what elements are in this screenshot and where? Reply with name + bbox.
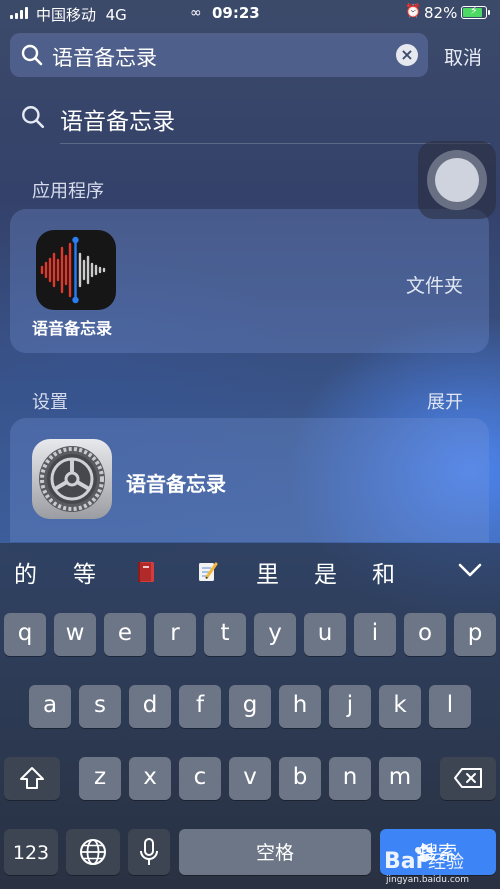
key-x[interactable]: x — [129, 757, 171, 800]
svg-text:jingyan.baidu.com: jingyan.baidu.com — [385, 875, 469, 885]
key-j[interactable]: j — [329, 685, 371, 728]
candidate-word[interactable]: 的 — [14, 555, 37, 589]
link-icon: ∞ — [190, 5, 202, 21]
expand-button[interactable]: 展开 — [427, 388, 463, 414]
globe-key[interactable] — [66, 829, 120, 875]
space-key[interactable]: 空格 — [179, 829, 371, 875]
key-d[interactable]: d — [129, 685, 171, 728]
candidate-word[interactable]: 和 — [372, 555, 395, 589]
status-bar: 中国移动 4G ∞ 09:23 ⏰ 82% ⚡ — [0, 0, 500, 28]
clear-icon[interactable]: × — [396, 44, 418, 66]
key-i[interactable]: i — [354, 613, 396, 656]
search-query: 语音备忘录 — [52, 46, 157, 70]
candidate-word[interactable]: 等 — [73, 555, 96, 589]
candidate-word[interactable]: 是 — [314, 555, 337, 589]
key-e[interactable]: e — [104, 613, 146, 656]
delete-key[interactable] — [440, 757, 496, 800]
numbers-key[interactable]: 123 — [4, 829, 58, 875]
key-m[interactable]: m — [379, 757, 421, 800]
key-k[interactable]: k — [379, 685, 421, 728]
key-h[interactable]: h — [279, 685, 321, 728]
delete-icon — [454, 768, 482, 788]
memo-emoji[interactable] — [196, 560, 220, 584]
key-r[interactable]: r — [154, 613, 196, 656]
key-u[interactable]: u — [304, 613, 346, 656]
shift-icon — [20, 767, 44, 789]
search-icon — [22, 106, 45, 129]
suggestion-text: 语音备忘录 — [60, 109, 175, 135]
network-label: 4G — [105, 6, 127, 24]
apps-section-title: 应用程序 — [32, 181, 104, 202]
mic-key[interactable] — [128, 829, 170, 875]
key-f[interactable]: f — [179, 685, 221, 728]
voice-memos-icon[interactable] — [36, 230, 116, 310]
battery-percent: 82% — [424, 4, 458, 22]
key-t[interactable]: t — [204, 613, 246, 656]
key-z[interactable]: z — [79, 757, 121, 800]
key-v[interactable]: v — [229, 757, 271, 800]
key-w[interactable]: w — [54, 613, 96, 656]
app-label: 语音备忘录 — [32, 319, 113, 338]
folder-button[interactable]: 文件夹 — [406, 271, 463, 298]
settings-item-label: 语音备忘录 — [126, 472, 226, 496]
alarm-icon: ⏰ — [405, 4, 422, 19]
key-q[interactable]: q — [4, 613, 46, 656]
key-n[interactable]: n — [329, 757, 371, 800]
search-input[interactable]: 语音备忘录 × — [10, 33, 428, 77]
settings-section-title: 设置 — [32, 392, 68, 413]
settings-gear-icon — [32, 439, 112, 519]
key-c[interactable]: c — [179, 757, 221, 800]
battery-icon: ⚡ — [461, 4, 490, 19]
key-a[interactable]: a — [29, 685, 71, 728]
signal-icon — [10, 7, 28, 19]
key-g[interactable]: g — [229, 685, 271, 728]
key-b[interactable]: b — [279, 757, 321, 800]
cancel-button[interactable]: 取消 — [444, 43, 482, 70]
search-suggestion[interactable]: 语音备忘录 — [0, 98, 490, 144]
key-y[interactable]: y — [254, 613, 296, 656]
clock: 09:23 — [212, 4, 260, 22]
shift-key[interactable] — [4, 757, 60, 800]
book-emoji[interactable] — [134, 560, 158, 584]
candidate-word[interactable]: 里 — [256, 555, 279, 589]
key-o[interactable]: o — [404, 613, 446, 656]
svg-text:经验: 经验 — [428, 852, 464, 873]
mic-icon — [140, 838, 158, 865]
carrier-label: 中国移动 4G — [36, 6, 127, 24]
key-s[interactable]: s — [79, 685, 121, 728]
globe-icon — [80, 839, 106, 865]
assistive-touch-button[interactable] — [418, 141, 496, 219]
key-l[interactable]: l — [429, 685, 471, 728]
watermark-logo: Bai 经验 jingyan.baidu.com — [384, 844, 469, 885]
key-p[interactable]: p — [454, 613, 496, 656]
chevron-down-icon[interactable] — [456, 560, 484, 580]
search-icon — [21, 44, 43, 66]
